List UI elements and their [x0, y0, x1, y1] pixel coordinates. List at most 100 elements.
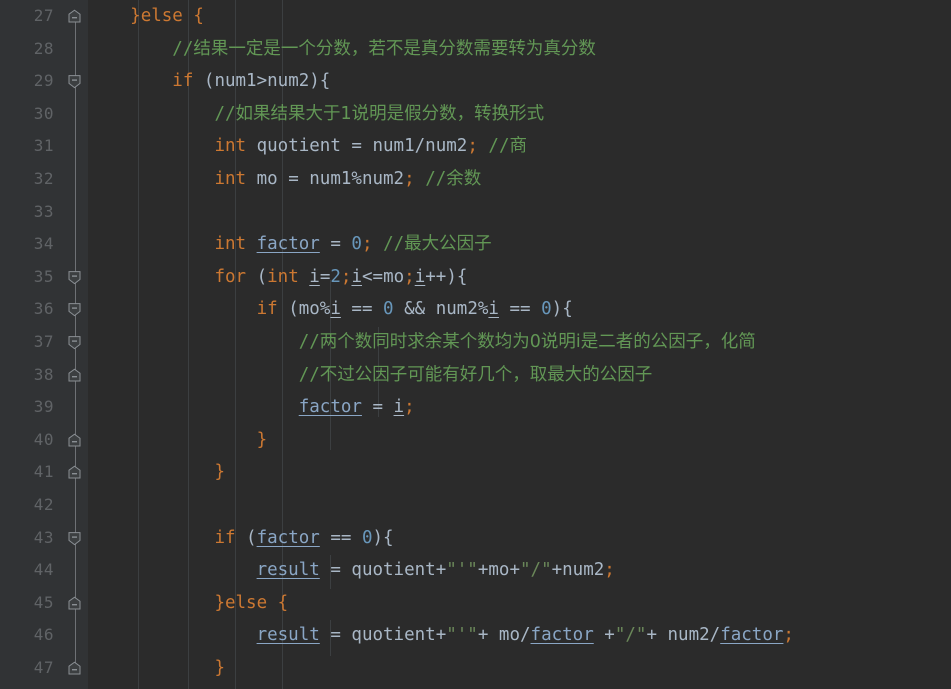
code-token-str: "/"	[520, 560, 552, 581]
code-line[interactable]: for (int i=2;i<=mo;i++){	[88, 261, 951, 294]
fold-end-icon[interactable]	[67, 661, 82, 676]
code-editor[interactable]: 27 28 29 30 31 32 33 34 35 36 37 38 39 40 41 42 43 44 45 46…	[0, 0, 951, 689]
code-line[interactable]: }	[88, 652, 951, 685]
code-token-fldblue: factor	[298, 397, 362, 418]
line-number: 29	[33, 71, 54, 91]
code-token-fldblue: result	[256, 625, 320, 646]
fold-start-icon[interactable]	[62, 293, 88, 326]
code-token-txt: =	[319, 266, 331, 287]
code-token-brace: }	[214, 462, 225, 483]
line-number: 31	[33, 136, 54, 156]
line-number-column: 27 28 29 30 31 32 33 34 35 36 37 38 39 40 41 42 43 44 45 46…	[0, 0, 62, 684]
code-line[interactable]: //结果一定是一个分数，若不是真分数需要转为真分数	[88, 33, 951, 66]
line-number: 30	[33, 103, 54, 123]
code-token-txt: ==	[319, 527, 362, 548]
code-line[interactable]: //如果结果大于1说明是假分数，转换形式	[88, 98, 951, 131]
code-token-fldblue: factor	[720, 625, 784, 646]
fold-end-icon[interactable]	[62, 456, 88, 489]
line-number: 34	[33, 234, 54, 254]
fold-start-icon[interactable]	[67, 302, 82, 317]
code-token-var-u: i	[393, 397, 405, 418]
code-line[interactable]: }else {	[88, 0, 951, 33]
code-token-fldblue: factor	[256, 527, 320, 548]
code-token-txt: && num2%	[393, 299, 489, 320]
fold-end-icon[interactable]	[62, 0, 88, 33]
code-line[interactable]: }	[88, 424, 951, 457]
code-token-fldblue: factor	[256, 234, 320, 255]
code-token-cmt-cjk: 两个数同时求余某个数均为0说明i是二者的公因子，化简	[319, 331, 756, 352]
fold-end-icon[interactable]	[62, 587, 88, 620]
fold-start-icon[interactable]	[67, 270, 82, 285]
fold-end-icon[interactable]	[67, 465, 82, 480]
code-token-txt: +num2	[551, 560, 605, 581]
code-line[interactable]: result = quotient+"'"+ mo/factor +"/"+ n…	[88, 619, 951, 652]
code-token-brace: }	[130, 6, 141, 26]
fold-end-icon[interactable]	[62, 359, 88, 392]
line-number: 36	[33, 299, 54, 319]
fold-start-icon[interactable]	[67, 74, 82, 89]
fold-end-icon[interactable]	[67, 9, 82, 24]
code-token-num: 0	[541, 299, 552, 320]
fold-start-icon[interactable]	[62, 65, 88, 98]
fold-end-icon[interactable]	[67, 368, 82, 383]
line-number: 44	[33, 560, 54, 580]
code-line[interactable]: }else {	[88, 587, 951, 620]
code-line[interactable]: if (num1>num2){	[88, 65, 951, 98]
line-number: 38	[33, 364, 54, 384]
code-line[interactable]: int factor = 0; //最大公因子	[88, 228, 951, 261]
fold-start-icon[interactable]	[62, 522, 88, 555]
code-token-cmt: //	[383, 234, 405, 255]
code-token-txt: = quotient+	[319, 625, 447, 646]
code-line[interactable]: if (factor == 0){	[88, 522, 951, 555]
code-text-area[interactable]: }else { //结果一定是一个分数，若不是真分数需要转为真分数 if (nu…	[88, 0, 951, 689]
fold-start-icon[interactable]	[67, 531, 82, 546]
fold-end-icon[interactable]	[67, 433, 82, 448]
line-number: 37	[33, 331, 54, 351]
fold-end-icon[interactable]	[67, 596, 82, 611]
code-line[interactable]: //不过公因子可能有好几个，取最大的公因子	[88, 359, 951, 392]
code-token-txt: = quotient+	[319, 560, 447, 581]
code-token-var-u: i	[309, 266, 320, 287]
code-token-cmt-cjk: 如果结果大于1说明是假分数，转换形式	[235, 103, 545, 124]
code-token-kw: else	[224, 592, 268, 613]
fold-start-icon[interactable]	[62, 326, 88, 359]
code-token-txt: (	[235, 527, 257, 548]
line-number: 32	[33, 168, 54, 188]
code-line[interactable]: factor = i;	[88, 391, 951, 424]
code-token-num: 0	[361, 527, 373, 548]
code-token-fldblue: result	[256, 560, 320, 581]
code-token-brace: {	[182, 6, 204, 26]
code-line[interactable]	[88, 489, 951, 522]
code-line[interactable]: //两个数同时求余某个数均为0说明i是二者的公因子，化简	[88, 326, 951, 359]
code-token-brace: }	[214, 657, 225, 678]
code-token-txt: ==	[340, 299, 384, 320]
code-token-semi: ;	[404, 168, 415, 189]
code-line[interactable]: }	[88, 456, 951, 489]
fold-start-icon[interactable]	[67, 335, 82, 350]
code-line[interactable]: int quotient = num1/num2; //商	[88, 130, 951, 163]
fold-start-icon[interactable]	[62, 261, 88, 294]
line-number: 35	[33, 266, 54, 286]
code-line[interactable]: int mo = num1%num2; //余数	[88, 163, 951, 196]
line-number: 41	[33, 462, 54, 482]
code-lines[interactable]: }else { //结果一定是一个分数，若不是真分数需要转为真分数 if (nu…	[88, 0, 951, 684]
code-line[interactable]	[88, 196, 951, 229]
line-number: 39	[33, 397, 54, 417]
code-line[interactable]: if (mo%i == 0 && num2%i == 0){	[88, 293, 951, 326]
code-token-brace: }	[214, 592, 225, 613]
editor-gutter[interactable]: 27 28 29 30 31 32 33 34 35 36 37 38 39 40 41 42 43 44 45 46…	[0, 0, 88, 689]
code-line[interactable]: result = quotient+"'"+mo+"/"+num2;	[88, 554, 951, 587]
code-token-txt: ++){	[425, 266, 468, 287]
fold-end-icon[interactable]	[62, 652, 88, 685]
code-token-semi: ;	[361, 234, 373, 255]
code-folding-column[interactable]	[62, 0, 88, 689]
fold-end-icon[interactable]	[62, 424, 88, 457]
